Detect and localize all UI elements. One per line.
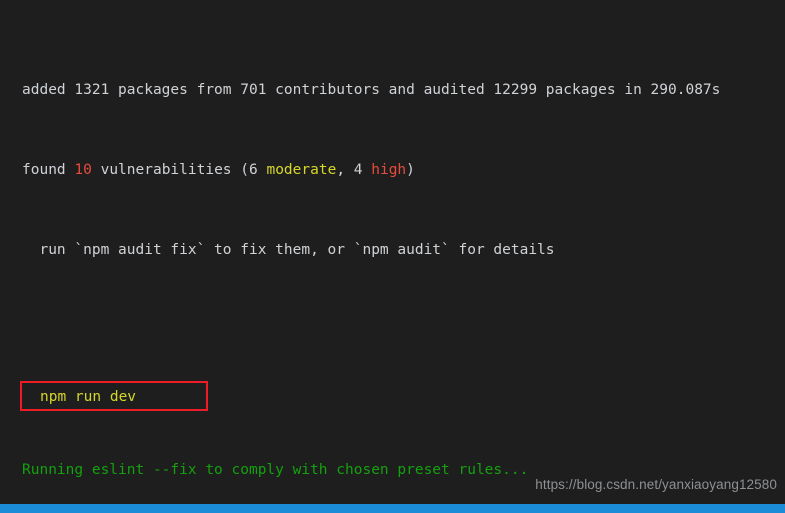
line-audit-hint: run `npm audit fix` to fix them, or `npm… bbox=[22, 240, 785, 260]
bottom-status-bar[interactable] bbox=[0, 504, 785, 513]
vuln-separator: , 4 bbox=[336, 162, 372, 178]
highlighted-command-text: npm run dev bbox=[40, 389, 137, 405]
vuln-moderate-label: moderate bbox=[266, 162, 337, 178]
console-output: added 1321 packages from 701 contributor… bbox=[22, 20, 785, 513]
vuln-count: 10 bbox=[74, 162, 92, 178]
highlight-annotation-box: npm run dev bbox=[20, 381, 208, 411]
line-npm-summary: added 1321 packages from 701 contributor… bbox=[22, 80, 785, 100]
running-eslint-text: Running eslint --fix to comply with chos… bbox=[22, 462, 529, 478]
vuln-middle: vulnerabilities (6 bbox=[91, 162, 267, 178]
line-vulnerabilities: found 10 vulnerabilities (6 moderate, 4 … bbox=[22, 160, 785, 180]
audit-hint-text: run `npm audit fix` to fix them, or `npm… bbox=[22, 242, 555, 258]
watermark-url: https://blog.csdn.net/yanxiaoyang12580 bbox=[535, 477, 777, 492]
npm-summary-text: added 1321 packages from 701 contributor… bbox=[22, 82, 721, 98]
vuln-suffix: ) bbox=[406, 162, 415, 178]
vuln-prefix: found bbox=[22, 162, 75, 178]
terminal-window[interactable]: added 1321 packages from 701 contributor… bbox=[0, 0, 785, 513]
vuln-high-label: high bbox=[371, 162, 407, 178]
